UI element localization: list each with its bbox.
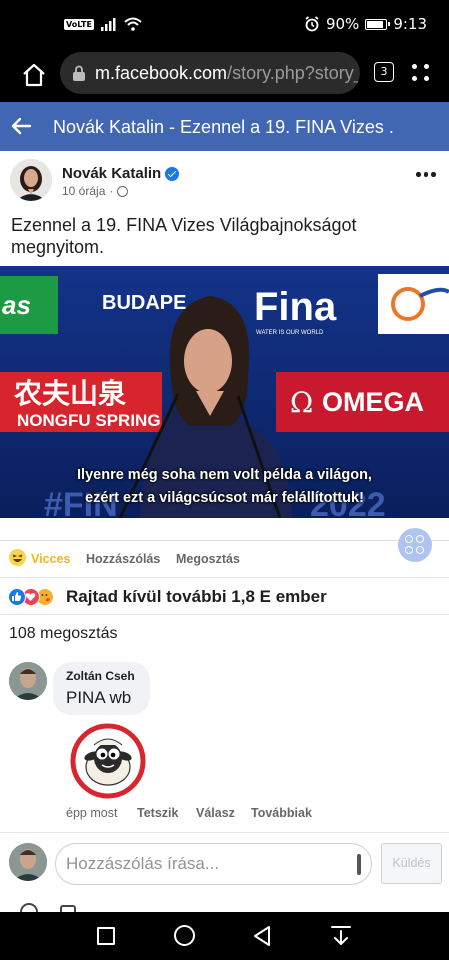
url-path: /story.php?story_f xyxy=(227,63,360,83)
clock: 9:13 xyxy=(393,15,427,33)
text-cursor xyxy=(357,854,361,875)
nav-back-icon[interactable] xyxy=(252,924,272,948)
menu-dot xyxy=(412,76,417,81)
banner-budapest: BUDAPE xyxy=(102,292,186,314)
meta-separator: · xyxy=(109,184,114,198)
peek-icons xyxy=(20,903,76,912)
dot xyxy=(431,172,436,177)
post-time[interactable]: 10 órája xyxy=(62,184,105,198)
more-options-icon[interactable] xyxy=(416,169,436,179)
shares-count[interactable]: 108 megosztás xyxy=(9,625,118,643)
comment-text: PINA wb xyxy=(66,688,132,707)
reaction-button[interactable]: Vicces xyxy=(31,552,70,566)
signal-icon xyxy=(100,18,116,31)
sheep-sticker xyxy=(70,723,146,799)
browser-menu-icon[interactable] xyxy=(410,62,432,84)
reactions-text: Rajtad kívül további 1,8 E ember xyxy=(66,587,327,606)
battery-percent: 90% xyxy=(325,15,360,33)
status-left: VoLTE xyxy=(64,17,142,31)
commenter-photo xyxy=(9,662,47,700)
author-name: Novák Katalin xyxy=(62,165,162,182)
dot xyxy=(423,172,428,177)
page-title: Novák Katalin - Ezennel a 19. FINA Vizes… xyxy=(53,117,393,137)
post-action-bar: Vicces Hozzászólás Megosztás xyxy=(0,540,449,578)
url-domain: m.facebook.com xyxy=(95,63,228,83)
share-button[interactable]: Megosztás xyxy=(176,552,240,566)
wifi-icon xyxy=(124,17,142,31)
current-user-photo xyxy=(9,843,47,881)
banner-omega-symbol: Ω xyxy=(290,386,313,419)
divider xyxy=(0,832,449,833)
dot xyxy=(416,172,421,177)
fab-dot xyxy=(416,535,424,543)
comment-more-button[interactable]: Továbbiak xyxy=(251,806,312,820)
alarm-icon xyxy=(305,16,319,32)
volte-badge: VoLTE xyxy=(64,18,94,30)
commenter-avatar[interactable] xyxy=(9,662,47,700)
comment-bubble: Zoltán Cseh PINA wb xyxy=(53,662,150,715)
menu-dot xyxy=(424,64,429,69)
recents-icon[interactable] xyxy=(97,927,115,945)
comment-button[interactable]: Hozzászólás xyxy=(86,552,160,566)
post-meta: 10 órája · xyxy=(62,184,129,198)
avatar-image xyxy=(10,159,52,201)
fab-dot xyxy=(405,535,413,543)
fb-header: Novák Katalin - Ezennel a 19. FINA Vizes… xyxy=(0,102,449,151)
tab-switcher-button[interactable]: 3 xyxy=(374,62,394,82)
post-video[interactable]: as BUDAPE Fina WATER IS OUR WORLD 农夫山泉 N… xyxy=(0,266,449,518)
menu-dot xyxy=(424,76,429,81)
fab-dot xyxy=(416,546,424,554)
banner-fina-tagline: WATER IS OUR WORLD xyxy=(256,330,324,336)
fab-dot xyxy=(405,546,413,554)
haha-emoji-icon xyxy=(9,549,26,566)
url-text: m.facebook.com/story.php?story_f xyxy=(95,63,360,84)
browser-toolbar: m.facebook.com/story.php?story_f 3 xyxy=(0,50,449,102)
banner-omega: OMEGA xyxy=(322,387,424,417)
current-user-avatar xyxy=(9,843,47,881)
battery-icon xyxy=(365,18,391,30)
banner-as: as xyxy=(2,290,31,320)
reactions-summary[interactable]: Rajtad kívül további 1,8 E ember xyxy=(0,578,449,615)
verified-badge-icon xyxy=(165,166,180,181)
status-bar: VoLTE 90% 9:13 xyxy=(0,0,449,50)
comment-input[interactable]: Hozzászólás írása... xyxy=(55,843,372,885)
comment-time: épp most xyxy=(66,806,118,820)
banner-nongfu: NONGFU SPRING xyxy=(17,411,161,430)
reaction-icons xyxy=(8,588,60,606)
lock-icon xyxy=(73,65,85,81)
post-author[interactable]: Novák Katalin xyxy=(62,165,180,182)
public-globe-icon xyxy=(117,185,129,197)
comment-author[interactable]: Zoltán Cseh xyxy=(66,669,135,683)
like-reaction-icon xyxy=(8,588,26,606)
address-bar[interactable]: m.facebook.com/story.php?story_f xyxy=(60,52,360,94)
video-subtitle-line-1: Ilyenre még soha nem volt példa a világo… xyxy=(77,467,372,483)
notification-shade-icon[interactable] xyxy=(330,924,352,948)
video-subtitle-line-2: ezért ezt a világcsúcsot már felállított… xyxy=(85,490,364,506)
home-icon[interactable] xyxy=(20,61,48,89)
battery-level xyxy=(367,20,383,28)
post-header: Novák Katalin 10 órája · xyxy=(0,151,449,211)
haha-face xyxy=(12,554,23,562)
toolbar-peek xyxy=(0,898,449,912)
floating-menu-button[interactable] xyxy=(398,528,432,562)
send-button[interactable]: Küldés xyxy=(381,843,442,884)
comment-reply-button[interactable]: Válasz xyxy=(196,806,235,820)
home-circle-icon[interactable] xyxy=(174,925,195,946)
menu-dot xyxy=(412,64,417,69)
banner-chinese: 农夫山泉 xyxy=(13,377,127,410)
android-nav-bar xyxy=(0,912,449,960)
comment-like-button[interactable]: Tetszik xyxy=(137,806,178,820)
banner-fina: Fina xyxy=(254,285,337,329)
status-right: 90% 9:13 xyxy=(304,15,427,33)
author-avatar[interactable] xyxy=(10,159,52,201)
comment-input-placeholder: Hozzászólás írása... xyxy=(66,854,220,873)
post-text: Ezennel a 19. FINA Vizes Világbajnokságo… xyxy=(11,215,357,257)
back-arrow-icon[interactable] xyxy=(10,115,32,137)
like-thumb xyxy=(12,592,22,602)
